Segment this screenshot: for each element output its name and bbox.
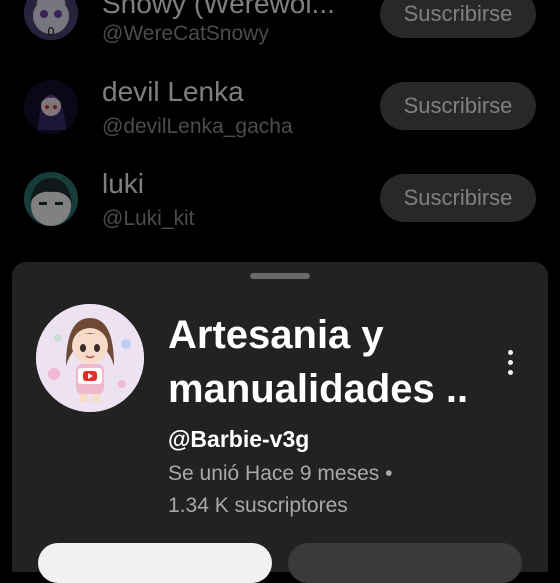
- doll-with-youtube-logo-avatar-icon[interactable]: [36, 304, 144, 412]
- channel-handle: @Barbie-v3g: [168, 426, 310, 452]
- channel-title: Artesania y manualidades ..: [168, 308, 498, 416]
- channel-title-line2: manualidades ..: [168, 367, 469, 411]
- scrim-overlay[interactable]: [0, 0, 560, 262]
- drag-handle[interactable]: [250, 273, 310, 279]
- channel-bottom-sheet: Artesania y manualidades .. @Barbie-v3g …: [12, 262, 548, 583]
- primary-action-button[interactable]: [38, 543, 272, 583]
- channel-title-line1: Artesania y: [168, 313, 384, 357]
- more-vert-icon[interactable]: [500, 346, 520, 380]
- secondary-action-button[interactable]: [288, 543, 522, 583]
- joined-date: Se unió Hace 9 meses •: [168, 462, 393, 485]
- subscriber-count: 1.34 K suscriptores: [168, 494, 348, 517]
